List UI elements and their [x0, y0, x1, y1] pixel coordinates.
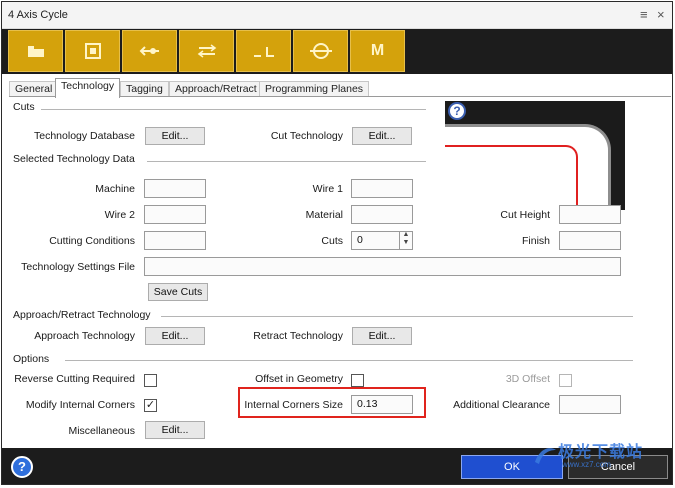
- toolbar: M: [2, 29, 672, 74]
- offset-3d-checkbox[interactable]: [559, 374, 572, 387]
- watermark-logo-icon: [535, 448, 556, 464]
- cut-technology-edit-button[interactable]: Edit...: [352, 127, 412, 145]
- arrow-left-dot-icon[interactable]: [122, 30, 177, 72]
- tab-approach-retract[interactable]: Approach/Retract: [169, 81, 263, 97]
- cuts-stepper-value: 0: [357, 234, 363, 246]
- preview-help-icon[interactable]: ?: [448, 102, 466, 120]
- wire1-label: Wire 1: [312, 183, 343, 195]
- wire2-label: Wire 2: [104, 209, 135, 221]
- title-bar: 4 Axis Cycle ≡ ×: [2, 2, 672, 29]
- machine-label: Machine: [95, 183, 135, 195]
- internal-corners-size-label: Internal Corners Size: [244, 399, 343, 411]
- folder-icon[interactable]: [8, 30, 63, 72]
- cut-technology-label: Cut Technology: [270, 130, 343, 142]
- tab-technology[interactable]: Technology: [55, 78, 121, 98]
- wire2-field[interactable]: [144, 205, 206, 224]
- cuts-stepper-arrows-icon[interactable]: ▲ ▼: [399, 231, 412, 250]
- modify-internal-corners-checkbox[interactable]: ✓: [144, 399, 157, 412]
- retract-technology-label: Retract Technology: [253, 330, 343, 342]
- additional-clearance-label: Additional Clearance: [453, 399, 550, 411]
- reverse-cutting-checkbox[interactable]: [144, 374, 157, 387]
- technology-database-edit-button[interactable]: Edit...: [145, 127, 205, 145]
- m-icon[interactable]: M: [350, 30, 405, 72]
- tab-programming-planes[interactable]: Programming Planes: [259, 81, 370, 97]
- approach-section-title: Approach/Retract Technology: [13, 309, 151, 321]
- cut-preview-image: ?: [445, 101, 625, 210]
- miscellaneous-edit-button[interactable]: Edit...: [145, 421, 205, 439]
- material-field[interactable]: [351, 205, 413, 224]
- finish-field[interactable]: [559, 231, 621, 250]
- material-label: Material: [305, 209, 343, 221]
- menu-icon[interactable]: ≡: [640, 7, 648, 23]
- save-cuts-button[interactable]: Save Cuts: [148, 283, 208, 301]
- site-watermark: 极光下载站 www.xz7.com: [532, 438, 672, 478]
- preview-wire-path: [445, 145, 578, 210]
- technology-database-label: Technology Database: [34, 130, 135, 142]
- square-frame-icon[interactable]: [65, 30, 120, 72]
- wire1-field[interactable]: [351, 179, 413, 198]
- approach-technology-label: Approach Technology: [34, 330, 135, 342]
- technology-settings-file-label: Technology Settings File: [21, 261, 135, 273]
- internal-corners-size-field[interactable]: 0.13: [351, 395, 413, 414]
- arrow-both-icon[interactable]: [179, 30, 234, 72]
- close-icon[interactable]: ×: [657, 7, 665, 23]
- m-icon-glyph: M: [370, 42, 385, 59]
- technology-settings-file-field[interactable]: [144, 257, 621, 276]
- approach-technology-edit-button[interactable]: Edit...: [145, 327, 205, 345]
- options-section-title: Options: [13, 353, 50, 365]
- offset-3d-label: 3D Offset: [505, 373, 550, 385]
- cuts-section-title: Cuts: [13, 101, 35, 113]
- modify-internal-corners-label: Modify Internal Corners: [25, 399, 135, 411]
- machine-field[interactable]: [144, 179, 206, 198]
- cutting-conditions-field[interactable]: [144, 231, 206, 250]
- miscellaneous-label: Miscellaneous: [68, 425, 135, 437]
- cut-height-label: Cut Height: [500, 209, 550, 221]
- cutting-conditions-label: Cutting Conditions: [49, 235, 135, 247]
- selected-divider: [147, 161, 426, 162]
- circle-line-icon[interactable]: [293, 30, 348, 72]
- options-divider: [65, 360, 633, 361]
- additional-clearance-field[interactable]: [559, 395, 621, 414]
- retract-technology-edit-button[interactable]: Edit...: [352, 327, 412, 345]
- technology-panel: Cuts Technology Database Edit... Cut Tec…: [9, 96, 671, 448]
- watermark-text: 极光下载站: [558, 444, 644, 461]
- selected-section-title: Selected Technology Data: [13, 153, 135, 165]
- tab-tagging[interactable]: Tagging: [120, 81, 169, 97]
- watermark-url: www.xz7.com: [562, 460, 611, 469]
- cuts-label: Cuts: [321, 235, 343, 247]
- four-axis-cycle-window: 4 Axis Cycle ≡ × M General Technology Ta…: [1, 1, 673, 485]
- tab-general[interactable]: General: [9, 81, 59, 97]
- finish-label: Finish: [521, 235, 550, 247]
- window-title: 4 Axis Cycle: [8, 9, 68, 21]
- corner-line-icon[interactable]: [236, 30, 291, 72]
- approach-divider: [161, 316, 633, 317]
- cuts-divider: [41, 109, 426, 110]
- offset-geometry-checkbox[interactable]: [351, 374, 364, 387]
- checkmark-icon: ✓: [145, 399, 156, 411]
- offset-geometry-label: Offset in Geometry: [255, 373, 343, 385]
- reverse-cutting-label: Reverse Cutting Required: [14, 373, 135, 385]
- cut-height-field[interactable]: [559, 205, 621, 224]
- help-icon[interactable]: ?: [11, 456, 33, 478]
